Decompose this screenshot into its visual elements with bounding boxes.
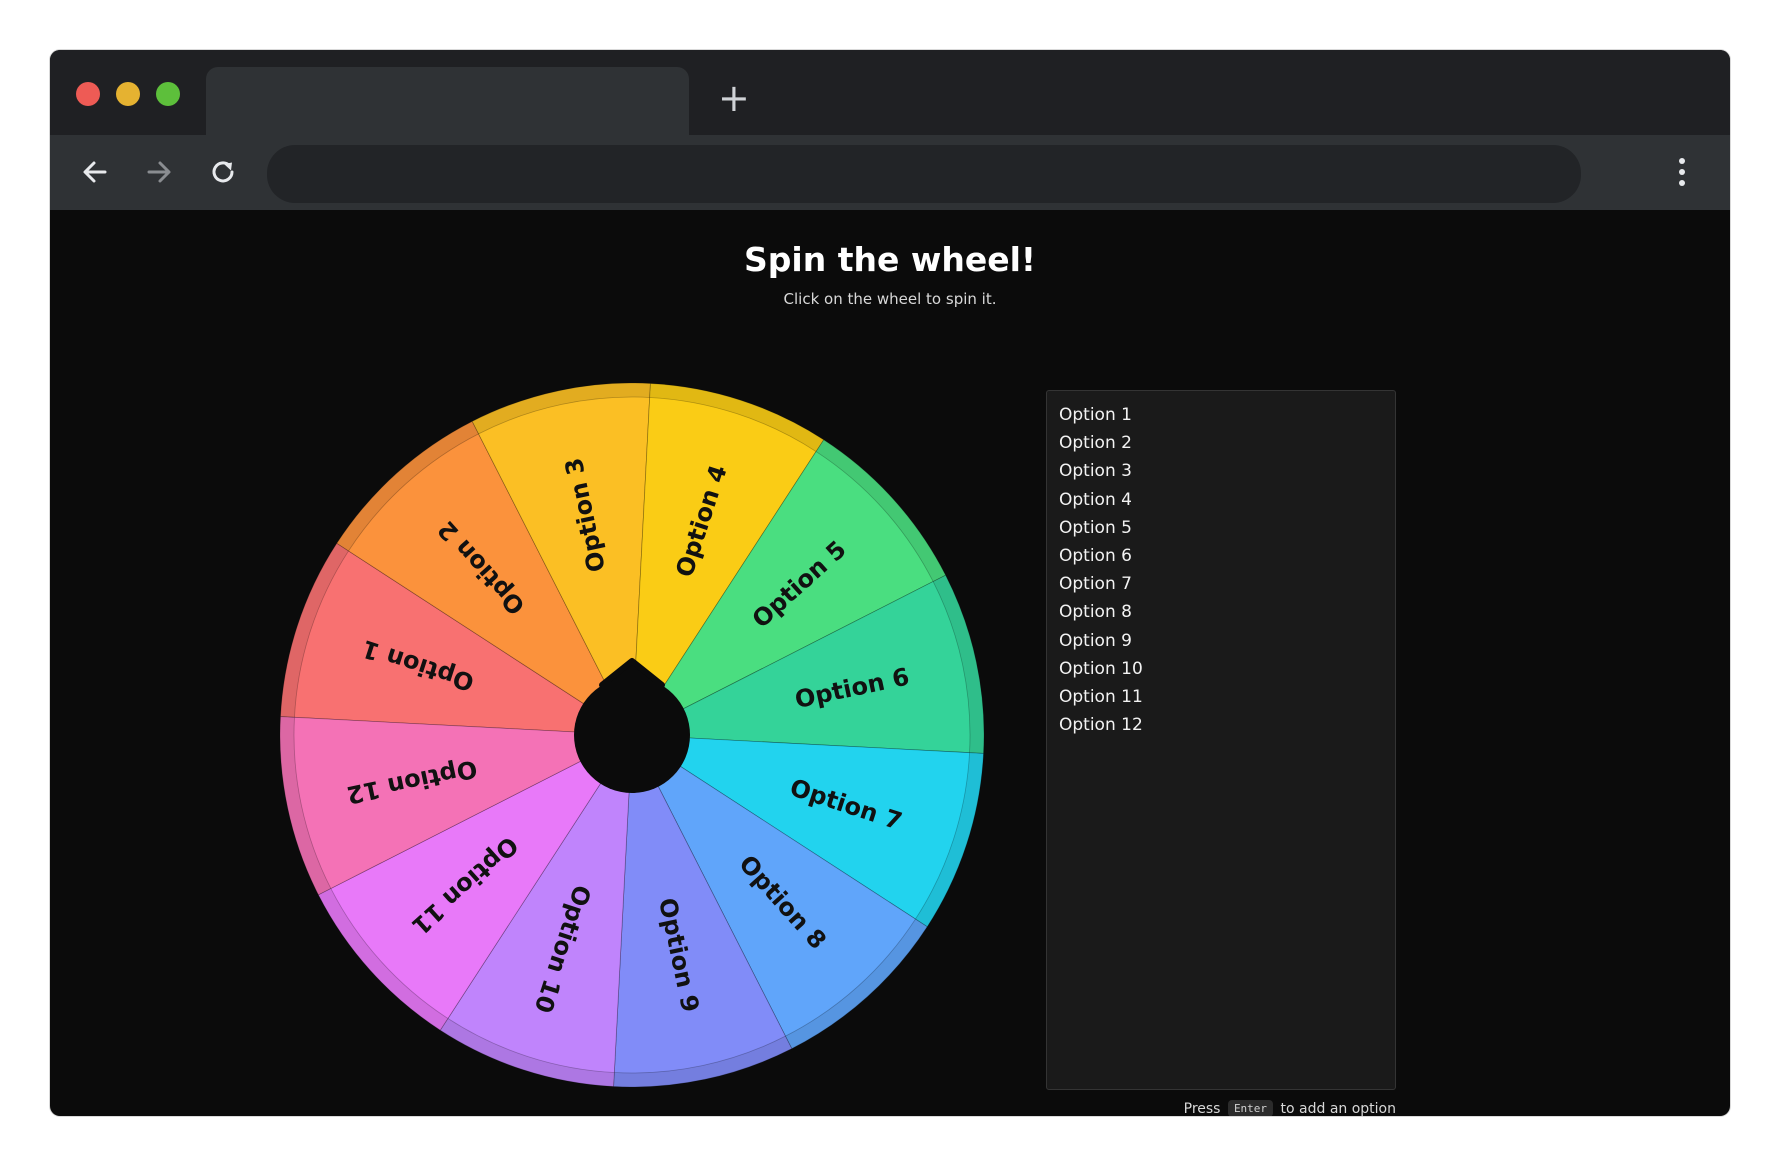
- options-textarea[interactable]: Option 1 Option 2 Option 3 Option 4 Option 5…: [1046, 390, 1396, 1090]
- more-vert-icon[interactable]: [1670, 153, 1694, 191]
- option-list-item: Option 10: [1059, 658, 1143, 679]
- option-list-item: Option 2: [1059, 433, 1132, 454]
- hint-prefix: Press: [1183, 1101, 1221, 1116]
- maximize-window-button[interactable]: [156, 82, 180, 106]
- option-list-item: Option 1: [1059, 405, 1132, 425]
- wheel-hub: [574, 677, 690, 793]
- option-list-item: Option 3: [1059, 461, 1132, 482]
- option-list-item: Option 7: [1059, 574, 1132, 595]
- option-list-item: Option 8: [1059, 602, 1132, 623]
- wheel-graphic[interactable]: Option 1Option 2 Option 3 Option 4Option 5…: [280, 383, 984, 1087]
- hint-suffix: to add an option: [1280, 1101, 1396, 1116]
- browser-window: + Spin the wheel! Click on the wheel to …: [50, 50, 1730, 1116]
- add-option-hint: Press Enter to add an option: [1046, 1100, 1396, 1116]
- tab-bar: +: [50, 50, 1730, 135]
- enter-key-badge: Enter: [1227, 1100, 1274, 1116]
- option-list-item: Option 9: [1059, 630, 1132, 651]
- options-list: Option 1 Option 2 Option 3 Option 4 Option 5…: [1059, 401, 1383, 739]
- option-list-item: Option 5: [1059, 517, 1132, 538]
- back-arrow-icon[interactable]: [78, 155, 112, 189]
- page-title: Spin the wheel!: [744, 240, 1036, 279]
- option-list-item: Option 11: [1059, 686, 1143, 707]
- spin-wheel[interactable]: Option 1 Option 2 Option 3 Option 4 Option 5…: [280, 383, 984, 1087]
- address-bar[interactable]: [267, 145, 1581, 203]
- active-tab[interactable]: [206, 67, 689, 135]
- page-content: Spin the wheel! Click on the wheel to sp…: [50, 210, 1730, 1116]
- forward-arrow-icon[interactable]: [142, 155, 176, 189]
- browser-toolbar: [50, 135, 1730, 210]
- new-tab-plus-icon[interactable]: +: [718, 79, 750, 117]
- reload-icon[interactable]: [206, 155, 240, 189]
- option-list-item: Option 6: [1059, 545, 1132, 566]
- option-list-item: Option 12: [1059, 715, 1143, 736]
- option-list-item: Option 4: [1059, 489, 1132, 510]
- minimize-window-button[interactable]: [116, 82, 140, 106]
- close-window-button[interactable]: [76, 82, 100, 106]
- page-subtitle: Click on the wheel to spin it.: [783, 290, 997, 308]
